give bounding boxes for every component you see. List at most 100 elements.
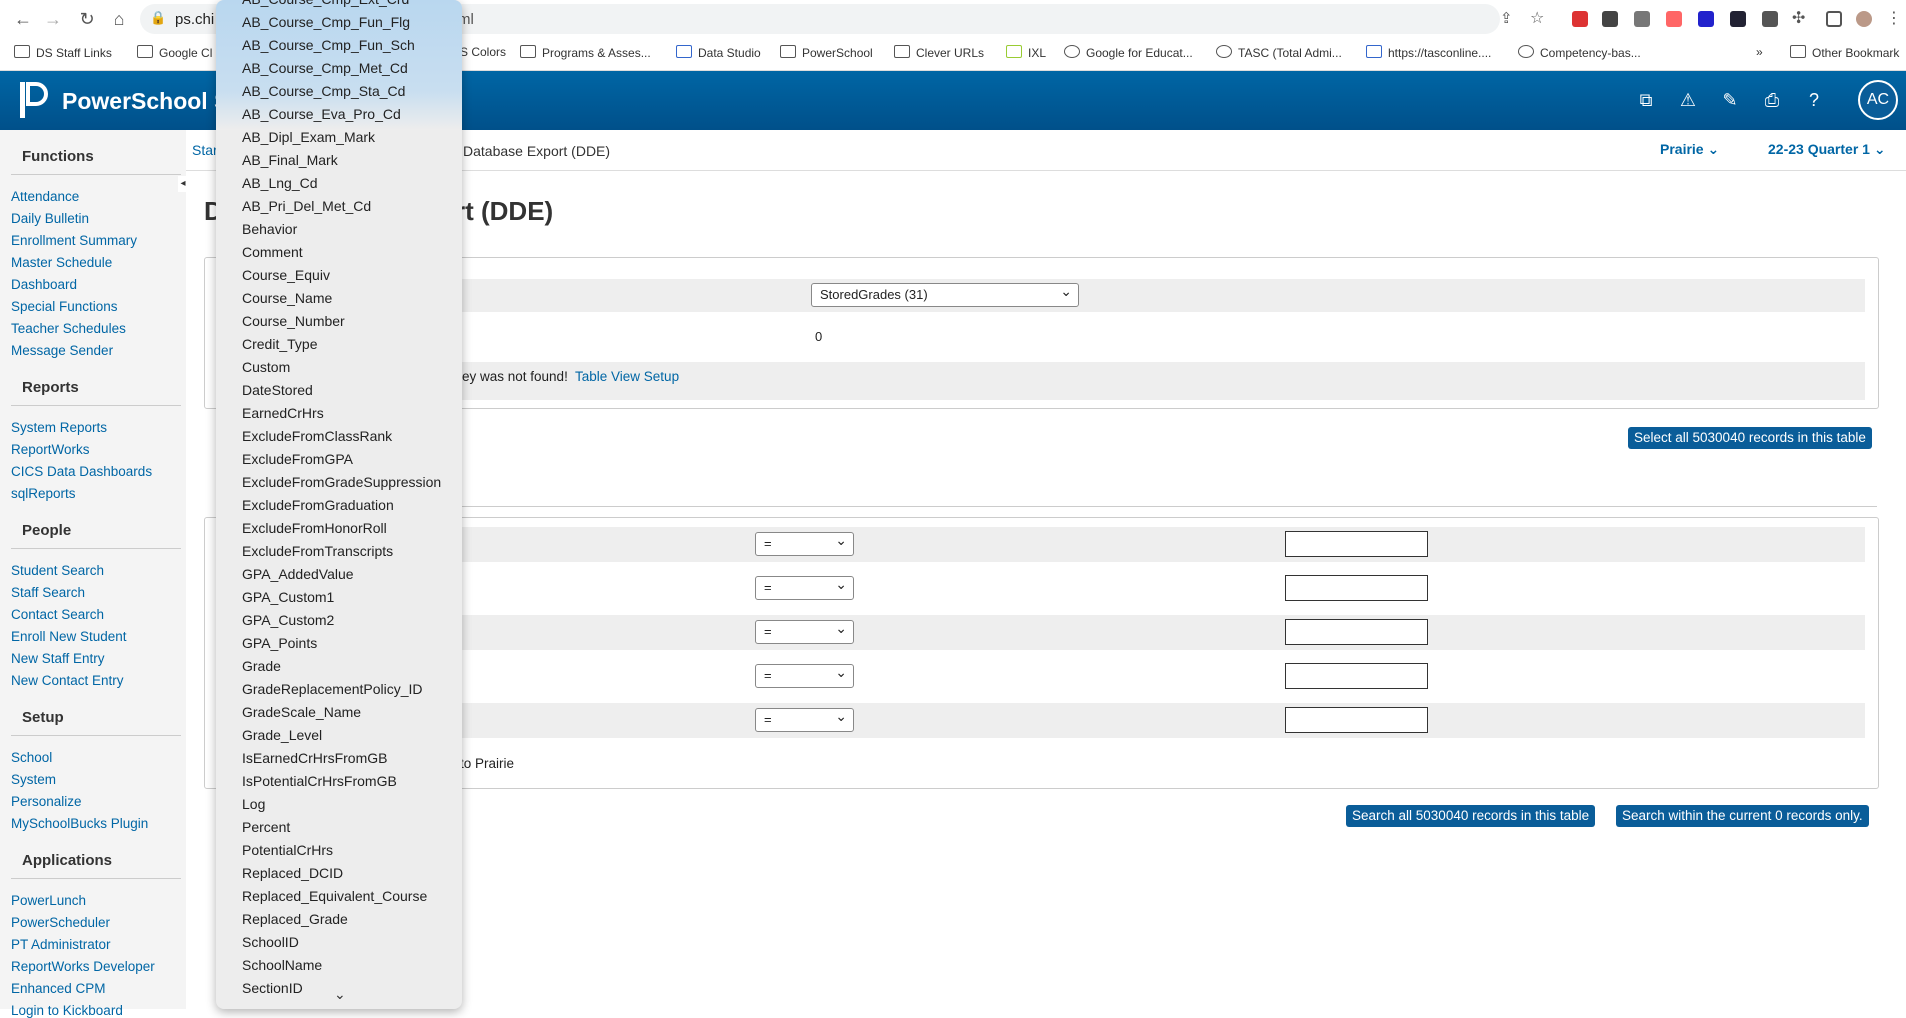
bookmark[interactable]: S Colors (460, 45, 506, 59)
dropdown-option[interactable]: Replaced_DCID (242, 865, 343, 881)
dropdown-option[interactable]: EarnedCrHrs (242, 405, 324, 421)
select-all-records-button[interactable]: Select all 5030040 records in this table (1628, 427, 1872, 449)
extension-icon[interactable] (1666, 11, 1682, 27)
dropdown-option[interactable]: AB_Course_Cmp_Ext_Crd (242, 0, 409, 7)
dropdown-option[interactable]: Log (242, 796, 265, 812)
help-icon[interactable]: ? (1802, 90, 1826, 111)
dropdown-option[interactable]: GPA_Custom2 (242, 612, 334, 628)
sidebar-item[interactable]: Login to Kickboard (11, 1003, 123, 1018)
bookmark[interactable]: PowerSchool (780, 45, 873, 60)
bookmark[interactable]: Competency-bas... (1518, 45, 1641, 60)
menu-icon[interactable]: ⋮ (1886, 8, 1902, 28)
sidebar-item[interactable]: Dashboard (11, 277, 77, 292)
dropdown-option[interactable]: Grade_Level (242, 727, 322, 743)
field-dropdown-list[interactable]: AB_Course_Cmp_Ext_Crd AB_Course_Cmp_Fun_F… (216, 0, 462, 1009)
sidebar-item[interactable]: ReportWorks (11, 442, 90, 457)
sidebar-item[interactable]: CICS Data Dashboards (11, 464, 152, 479)
bookmark[interactable]: TASC (Total Admi... (1216, 45, 1342, 60)
sidebar-item[interactable]: Special Functions (11, 299, 118, 314)
forward-icon[interactable]: → (42, 8, 64, 30)
bookmark[interactable]: Google for Educat... (1064, 45, 1193, 60)
back-icon[interactable]: ← (12, 8, 34, 30)
dropdown-option[interactable]: ExcludeFromClassRank (242, 428, 392, 444)
sidebar-item[interactable]: MySchoolBucks Plugin (11, 816, 148, 831)
sidebar-item[interactable]: Enrollment Summary (11, 233, 137, 248)
dropdown-option[interactable]: GPA_AddedValue (242, 566, 354, 582)
sidebar-item[interactable]: Teacher Schedules (11, 321, 126, 336)
dropdown-option[interactable]: Percent (242, 819, 290, 835)
sidebar-item[interactable]: Personalize (11, 794, 82, 809)
reload-icon[interactable]: ↻ (76, 8, 98, 30)
dropdown-option[interactable]: ExcludeFromTranscripts (242, 543, 393, 559)
dropdown-option[interactable]: ExcludeFromGradeSuppression (242, 474, 441, 490)
dropdown-option[interactable]: SchoolID (242, 934, 299, 950)
profile-icon[interactable] (1856, 11, 1872, 27)
chevron-down-icon[interactable]: ⌄ (334, 986, 346, 1003)
dropdown-option[interactable]: ExcludeFromHonorRoll (242, 520, 387, 536)
criteria-value-input[interactable] (1285, 619, 1428, 645)
bookmark[interactable]: https://tasconline.... (1366, 45, 1491, 60)
dropdown-option[interactable]: Credit_Type (242, 336, 317, 352)
dropdown-option[interactable]: Replaced_Grade (242, 911, 348, 927)
bookmark[interactable]: Other Bookmark (1790, 45, 1899, 60)
dropdown-option[interactable]: SchoolName (242, 957, 322, 973)
sidebar-item[interactable]: Contact Search (11, 607, 104, 622)
sidebar-item[interactable]: New Contact Entry (11, 673, 124, 688)
extension-icon[interactable] (1698, 11, 1714, 27)
sidebar-item[interactable]: Attendance (11, 189, 79, 204)
sidebar-item[interactable]: PT Administrator (11, 937, 111, 952)
extension-icon[interactable] (1730, 11, 1746, 27)
dropdown-option[interactable]: AB_Pri_Del_Met_Cd (242, 198, 371, 214)
star-icon[interactable]: ☆ (1530, 8, 1544, 28)
share-icon[interactable]: ⇪ (1500, 9, 1513, 27)
dropdown-option[interactable]: AB_Course_Eva_Pro_Cd (242, 106, 401, 122)
dropdown-option[interactable]: Course_Equiv (242, 267, 330, 283)
criteria-value-input[interactable] (1285, 575, 1428, 601)
operator-select[interactable]: = (755, 573, 854, 600)
dropdown-option[interactable]: ExcludeFromGPA (242, 451, 353, 467)
extension-icon[interactable] (1634, 11, 1650, 27)
puzzle-icon[interactable]: ✣ (1792, 8, 1805, 28)
bookmarks-overflow[interactable]: » (1756, 45, 1763, 59)
breadcrumb-start-link[interactable]: Star (192, 142, 218, 158)
dropdown-option[interactable]: Replaced_Equivalent_Course (242, 888, 427, 904)
sidebar-item[interactable]: System Reports (11, 420, 107, 435)
dropdown-option[interactable]: AB_Final_Mark (242, 152, 338, 168)
search-all-records-button[interactable]: Search all 5030040 records in this table (1346, 805, 1596, 827)
dropdown-option[interactable]: ExcludeFromGraduation (242, 497, 394, 513)
dropdown-option[interactable]: DateStored (242, 382, 313, 398)
sidebar-item[interactable]: Master Schedule (11, 255, 112, 270)
external-link-icon[interactable]: ⧉ (1634, 90, 1658, 111)
dropdown-option[interactable]: AB_Lng_Cd (242, 175, 318, 191)
print-icon[interactable]: ⎙ (1760, 90, 1784, 111)
operator-select[interactable]: = (755, 529, 854, 556)
dropdown-option[interactable]: Course_Name (242, 290, 332, 306)
sidebar-item[interactable]: New Staff Entry (11, 651, 105, 666)
collapse-sidebar-icon[interactable]: ◂ (178, 176, 188, 192)
dropdown-option[interactable]: Course_Number (242, 313, 345, 329)
dropdown-option[interactable]: Behavior (242, 221, 297, 237)
home-icon[interactable]: ⌂ (108, 8, 130, 30)
avatar[interactable]: AC (1858, 80, 1898, 120)
bookmark[interactable]: Google Cl (137, 45, 212, 60)
dropdown-option[interactable]: Comment (242, 244, 303, 260)
sidebar-item[interactable]: Enroll New Student (11, 629, 127, 644)
dropdown-option[interactable]: AB_Course_Cmp_Sta_Cd (242, 83, 405, 99)
criteria-value-input[interactable] (1285, 531, 1428, 557)
dropdown-option[interactable]: AB_Course_Cmp_Fun_Flg (242, 14, 410, 30)
sidepanel-icon[interactable] (1826, 11, 1842, 27)
operator-select[interactable]: = (755, 617, 854, 644)
extension-icon[interactable] (1602, 11, 1618, 27)
sidebar-item[interactable]: System (11, 772, 56, 787)
table-select[interactable]: StoredGrades (31) (811, 280, 1079, 307)
dropdown-option[interactable]: PotentialCrHrs (242, 842, 333, 858)
school-selector[interactable]: Prairie ⌄ (1660, 141, 1719, 158)
criteria-value-input[interactable] (1285, 707, 1428, 733)
dropdown-option[interactable]: IsEarnedCrHrsFromGB (242, 750, 387, 766)
dropdown-option[interactable]: GradeScale_Name (242, 704, 361, 720)
search-within-current-button[interactable]: Search within the current 0 records only… (1616, 805, 1869, 827)
extension-icon[interactable] (1762, 11, 1778, 27)
dropdown-option[interactable]: GPA_Points (242, 635, 317, 651)
sidebar-item[interactable]: sqlReports (11, 486, 76, 501)
dropdown-option[interactable]: AB_Course_Cmp_Met_Cd (242, 60, 408, 76)
